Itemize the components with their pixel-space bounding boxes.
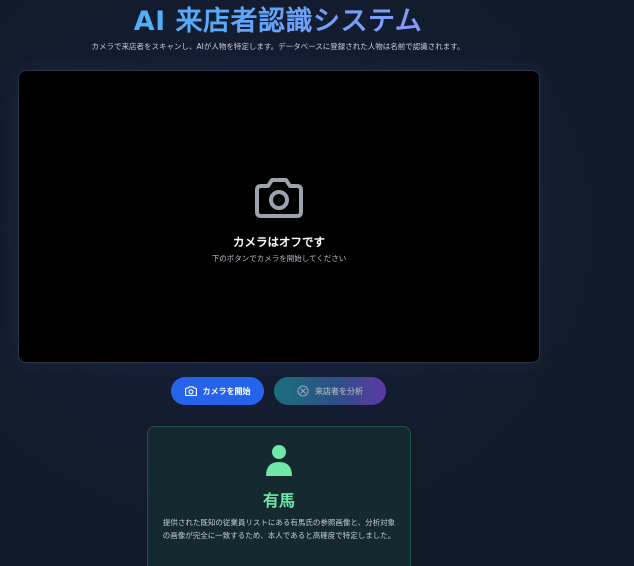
analyze-visitor-label: 来店者を分析 <box>315 386 363 396</box>
camera-status-title: カメラはオフです <box>233 235 325 249</box>
camera-icon <box>255 178 303 218</box>
start-camera-label: カメラを開始 <box>202 386 251 396</box>
recognition-result-card: 有馬 提供された既知の従業員リストにある有馬氏の参照画像と、分析対象の画像が完全… <box>147 426 411 566</box>
app-page: AI 来店者認識システム カメラで来店者をスキャンし、AIが人物を特定します。デ… <box>0 0 634 566</box>
page-subtitle: カメラで来店者をスキャンし、AIが人物を特定します。データベースに登録された人物… <box>91 42 465 51</box>
analyze-visitor-button[interactable]: 来店者を分析 <box>274 377 386 405</box>
recognized-person-name: 有馬 <box>262 491 295 510</box>
camera-status-hint: 下のボタンでカメラを開始してください <box>211 254 347 263</box>
camera-preview: カメラはオフです 下のボタンでカメラを開始してください <box>18 70 540 363</box>
page-title: AI 来店者認識システム <box>0 5 556 39</box>
circle-x-icon <box>297 385 309 397</box>
start-camera-button[interactable]: カメラを開始 <box>171 377 264 405</box>
recognition-description: 提供された既知の従業員リストにある有馬氏の参照画像と、分析対象の画像が完全に一致… <box>162 518 396 540</box>
person-icon <box>266 445 292 476</box>
camera-icon <box>184 386 197 397</box>
